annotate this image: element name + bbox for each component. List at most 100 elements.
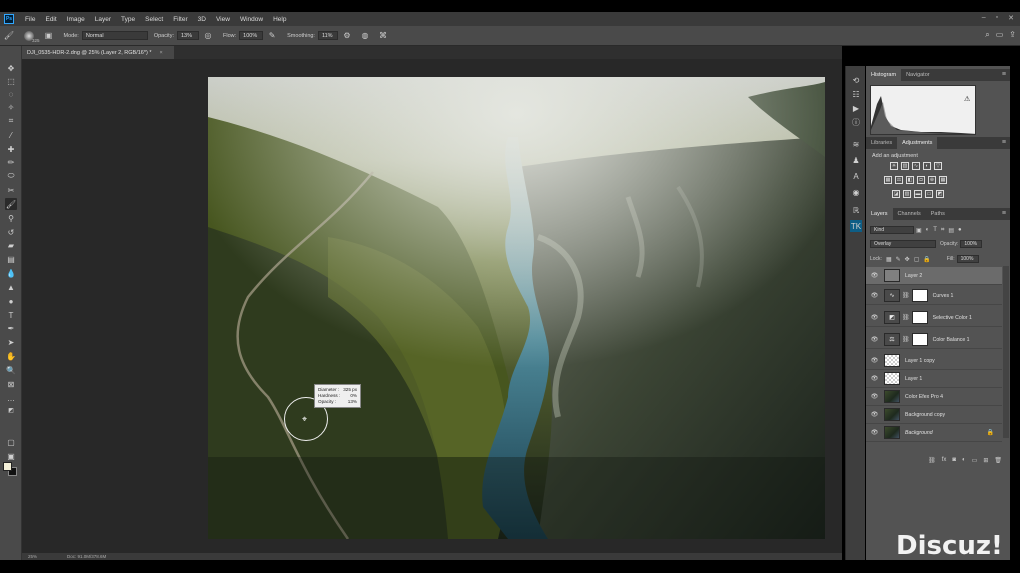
blend-mode-select[interactable]: Overlay <box>870 240 936 248</box>
black-white-icon[interactable]: ◧ <box>906 176 914 184</box>
posterize-icon[interactable]: ▨ <box>903 190 911 198</box>
pen-tool-icon[interactable]: ✒ <box>5 322 17 334</box>
history-brush-tool-icon[interactable]: ↺ <box>5 226 17 238</box>
brightness-icon[interactable]: ☀ <box>890 162 898 170</box>
more-tools-icon[interactable]: … <box>5 392 17 404</box>
hue-saturation-icon[interactable]: ▦ <box>884 176 892 184</box>
flow-field[interactable]: 100% <box>239 31 264 40</box>
document-tab[interactable]: DJI_0535-HDR-2.dng @ 25% (Layer 2, RGB/1… <box>22 46 174 59</box>
visibility-eye-icon[interactable]: 👁 <box>870 357 879 364</box>
move-tool-icon[interactable]: ✥ <box>5 62 17 74</box>
lasso-tool-icon[interactable]: ◌ <box>5 88 17 100</box>
visibility-eye-icon[interactable]: 👁 <box>870 272 879 279</box>
vibrance-icon[interactable]: ▽ <box>934 162 942 170</box>
layer-row[interactable]: 👁 Background copy <box>866 406 1002 424</box>
eyedropper-tool-icon[interactable]: ⁄ <box>5 129 17 141</box>
canvas-image[interactable] <box>208 77 825 539</box>
properties-icon[interactable]: ☷ <box>850 88 862 100</box>
lock-all-icon[interactable]: 🔒 <box>923 256 930 263</box>
quick-mask-icon[interactable]: ▢ <box>5 436 17 448</box>
layer-row[interactable]: 👁 Background 🔒 <box>866 424 1002 442</box>
type-tool-icon[interactable]: T <box>5 309 17 321</box>
layer-row[interactable]: 👁 Layer 1 <box>866 370 1002 388</box>
layers-scrollbar[interactable] <box>1003 266 1009 438</box>
minimize-button[interactable]: – <box>982 14 986 22</box>
threshold-icon[interactable]: ▬ <box>914 190 922 198</box>
visibility-eye-icon[interactable]: 👁 <box>870 336 879 343</box>
add-mask-icon[interactable]: ◙ <box>952 457 956 463</box>
menu-3d[interactable]: 3D <box>193 16 211 23</box>
filter-adjustment-icon[interactable]: ◐ <box>926 227 930 233</box>
tab-histogram[interactable]: Histogram <box>866 69 902 81</box>
filter-shape-icon[interactable]: ⌗ <box>941 227 944 234</box>
menu-view[interactable]: View <box>211 16 235 23</box>
foreground-color-swatch[interactable] <box>3 462 12 471</box>
levels-icon[interactable]: ▥ <box>901 162 909 170</box>
new-group-icon[interactable]: ▭ <box>972 457 978 464</box>
layer-row[interactable]: 👁 ⚖ ⛓ Color Balance 1 <box>866 331 1002 349</box>
visibility-eye-icon[interactable]: 👁 <box>870 292 879 299</box>
exposure-icon[interactable]: ◐ <box>923 162 931 170</box>
share-icon[interactable]: ⇪ <box>1009 30 1016 40</box>
menu-type[interactable]: Type <box>116 16 140 23</box>
pressure-opacity-icon[interactable]: ◎ <box>203 31 213 41</box>
tab-paths[interactable]: Paths <box>926 208 950 220</box>
mode-select[interactable]: Normal <box>81 31 148 40</box>
link-icon[interactable]: ⛓ <box>902 292 910 299</box>
visibility-eye-icon[interactable]: 👁 <box>870 314 879 321</box>
sharpen-tool-icon[interactable]: ▲ <box>5 281 17 293</box>
menu-help[interactable]: Help <box>268 16 291 23</box>
layer-row[interactable]: 👁 Layer 2 <box>866 267 1002 285</box>
menu-select[interactable]: Select <box>140 16 168 23</box>
quick-select-tool-icon[interactable]: ✧ <box>5 101 17 113</box>
symmetry-icon[interactable]: ⌘ <box>378 31 388 41</box>
filter-pixel-icon[interactable]: ▣ <box>916 227 922 234</box>
color-lookup-icon[interactable]: ▦ <box>939 176 947 184</box>
panel-menu-icon[interactable]: ≡ <box>1002 139 1006 146</box>
link-icon[interactable]: ⛓ <box>902 314 910 321</box>
lock-transparency-icon[interactable]: ▦ <box>886 256 892 263</box>
pencil-tool-icon[interactable]: ✏ <box>5 156 17 168</box>
filter-smart-object-icon[interactable]: ▤ <box>948 227 954 234</box>
filter-type-icon[interactable]: T <box>933 227 937 233</box>
channel-mixer-icon[interactable]: ⊕ <box>928 176 936 184</box>
layer-row[interactable]: 👁 ◩ ⛓ Selective Color 1 <box>866 309 1002 327</box>
smoothing-field[interactable]: 11% <box>317 31 338 40</box>
tab-libraries[interactable]: Libraries <box>866 137 897 149</box>
brush-tool-preset-icon[interactable]: 🖌 <box>4 31 14 41</box>
lock-artboard-icon[interactable]: ▢ <box>914 256 920 263</box>
pressure-size-icon[interactable]: ◍ <box>360 31 370 41</box>
link-layers-icon[interactable]: ⛓ <box>928 457 936 464</box>
layer-row[interactable]: 👁 Layer 1 copy <box>866 352 1002 370</box>
clone-source-icon[interactable]: ♟ <box>850 154 862 166</box>
gradient-tool-icon[interactable]: ▤ <box>5 253 17 265</box>
doc-size-readout[interactable]: Doc: 91.0M/378.6M <box>67 554 106 559</box>
history-icon[interactable]: ⟲ <box>850 74 862 86</box>
character-icon[interactable]: A <box>850 170 862 182</box>
brush-settings-panel-icon[interactable]: ≋ <box>850 138 862 150</box>
blur-tool-icon[interactable]: 💧 <box>5 267 17 279</box>
visibility-eye-icon[interactable]: 👁 <box>870 411 879 418</box>
close-tab-icon[interactable]: × <box>160 50 163 56</box>
lock-position-icon[interactable]: ✥ <box>905 256 910 263</box>
invert-icon[interactable]: ◪ <box>892 190 900 198</box>
tab-channels[interactable]: Channels <box>893 208 926 220</box>
hand-tool-icon[interactable]: ✋ <box>5 350 17 362</box>
tab-adjustments[interactable]: Adjustments <box>897 137 938 149</box>
layer-style-icon[interactable]: fx <box>942 457 947 463</box>
clone-stamp-tool-icon[interactable]: ⚲ <box>5 212 17 224</box>
search-icon[interactable]: ⌕ <box>985 30 989 40</box>
new-adjustment-icon[interactable]: ◐ <box>962 457 966 463</box>
link-icon[interactable]: ⛓ <box>902 336 910 343</box>
layer-row[interactable]: 👁 Color Efex Pro 4 <box>866 388 1002 406</box>
plugin-panel-icon[interactable]: TK <box>850 220 862 232</box>
restore-button[interactable]: ▫ <box>996 14 998 22</box>
visibility-eye-icon[interactable]: 👁 <box>870 375 879 382</box>
panel-menu-icon[interactable]: ≡ <box>1002 71 1006 78</box>
color-icon[interactable]: ◉ <box>850 186 862 198</box>
warning-icon[interactable]: ⚠ <box>964 95 970 103</box>
color-balance-icon[interactable]: ⚖ <box>895 176 903 184</box>
menu-image[interactable]: Image <box>62 16 90 23</box>
tab-navigator[interactable]: Navigator <box>901 69 935 81</box>
fill-field[interactable]: 100% <box>956 255 979 263</box>
